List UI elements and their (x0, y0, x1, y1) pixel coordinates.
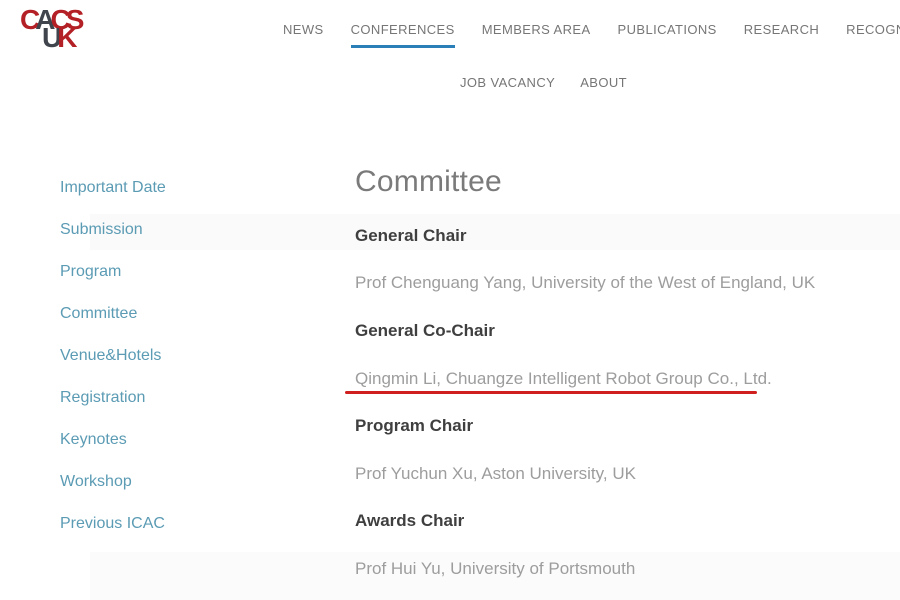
committee-member: Qingmin Li, Chuangze Intelligent Robot G… (355, 369, 772, 389)
nav-item-job-vacancy[interactable]: JOB VACANCY (460, 75, 555, 98)
sidebar-item-previous-icac[interactable]: Previous ICAC (60, 514, 166, 534)
sidebar-item-workshop[interactable]: Workshop (60, 472, 166, 492)
nav-item-recognitions[interactable]: RECOGNITIONS (846, 22, 900, 48)
main-nav-row2: JOB VACANCY ABOUT (460, 75, 627, 98)
sidebar-item-submission[interactable]: Submission (60, 220, 166, 240)
row-stripe-top (90, 214, 900, 250)
committee-member: Prof Hui Yu, University of Portsmouth (355, 559, 635, 579)
sidebar-item-registration[interactable]: Registration (60, 388, 166, 408)
sidebar-item-venue-hotels[interactable]: Venue&Hotels (60, 346, 166, 366)
sidebar-item-program[interactable]: Program (60, 262, 166, 282)
nav-item-news[interactable]: NEWS (283, 22, 324, 48)
committee-role: General Co-Chair (355, 321, 495, 341)
page: CACS UK NEWS CONFERENCES MEMBERS AREA PU… (0, 0, 900, 600)
committee-role: Awards Chair (355, 511, 464, 531)
committee-role: General Chair (355, 226, 467, 246)
red-annotation-underline (345, 391, 757, 394)
sidebar-item-keynotes[interactable]: Keynotes (60, 430, 166, 450)
sidebar-item-committee[interactable]: Committee (60, 304, 166, 324)
nav-item-research[interactable]: RESEARCH (744, 22, 819, 48)
main-nav: NEWS CONFERENCES MEMBERS AREA PUBLICATIO… (283, 22, 900, 48)
committee-member: Prof Chenguang Yang, University of the W… (355, 273, 815, 293)
nav-item-conferences[interactable]: CONFERENCES (351, 22, 455, 48)
sidebar-item-important-date[interactable]: Important Date (60, 178, 166, 198)
cacs-uk-logo[interactable]: CACS UK (20, 8, 79, 50)
committee-member: Prof Yuchun Xu, Aston University, UK (355, 464, 636, 484)
nav-item-publications[interactable]: PUBLICATIONS (618, 22, 717, 48)
conference-sidebar: Important Date Submission Program Commit… (60, 178, 166, 534)
page-title: Committee (355, 165, 502, 199)
nav-item-members-area[interactable]: MEMBERS AREA (482, 22, 591, 48)
nav-item-about[interactable]: ABOUT (580, 75, 627, 98)
committee-role: Program Chair (355, 416, 473, 436)
